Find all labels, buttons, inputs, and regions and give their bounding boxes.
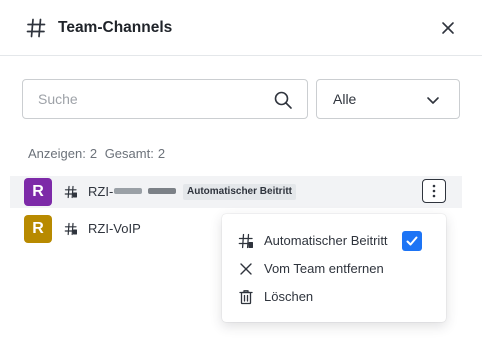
channel-name: RZI- <box>88 184 114 199</box>
auto-join-checkbox[interactable] <box>402 231 422 251</box>
obscured-text <box>148 188 176 194</box>
showing-value: 2 <box>89 146 98 161</box>
search-field[interactable] <box>22 79 308 119</box>
channel-context-menu: Automatischer Beitritt Vom Team entferne… <box>222 214 446 322</box>
channel-auto-join-icon <box>64 222 77 236</box>
type-filter-value: Alle <box>333 91 357 107</box>
trash-icon <box>239 290 253 305</box>
result-counts: Anzeigen: 2 Gesamt: 2 <box>28 146 165 161</box>
showing-label: Anzeigen: <box>28 146 86 161</box>
menu-item-auto-join[interactable]: Automatischer Beitritt <box>222 227 446 255</box>
channel-auto-join-icon <box>64 185 77 199</box>
kebab-icon <box>432 184 436 198</box>
channel-name: RZI-VoIP <box>88 221 141 236</box>
chevron-down-icon <box>427 97 439 104</box>
menu-item-delete[interactable]: Löschen <box>222 283 446 311</box>
kebab-menu-button[interactable] <box>422 179 446 203</box>
channel-auto-join-icon <box>238 233 253 249</box>
obscured-text <box>114 188 142 194</box>
checkmark-icon <box>406 236 418 246</box>
avatar: R <box>24 178 52 206</box>
close-button[interactable] <box>436 16 460 40</box>
search-input[interactable] <box>24 81 264 117</box>
type-filter-select[interactable]: Alle <box>316 79 460 119</box>
avatar: R <box>24 215 52 243</box>
panel-title: Team-Channels <box>58 19 173 36</box>
contextual-bar-header: Team-Channels <box>0 0 482 56</box>
menu-item-label: Vom Team entfernen <box>264 261 384 276</box>
menu-item-label: Löschen <box>264 289 314 304</box>
menu-item-remove-from-team[interactable]: Vom Team entfernen <box>222 255 446 283</box>
total-value: 2 <box>157 146 166 161</box>
close-icon <box>240 263 252 275</box>
menu-item-label: Automatischer Beitritt <box>264 233 388 248</box>
hash-icon <box>26 18 46 38</box>
channel-row[interactable]: R RZI- Automatischer Beitritt <box>10 176 462 208</box>
total-label: Gesamt: <box>104 146 154 161</box>
close-icon <box>442 22 454 34</box>
search-icon <box>274 91 292 109</box>
auto-join-badge: Automatischer Beitritt <box>183 184 297 200</box>
